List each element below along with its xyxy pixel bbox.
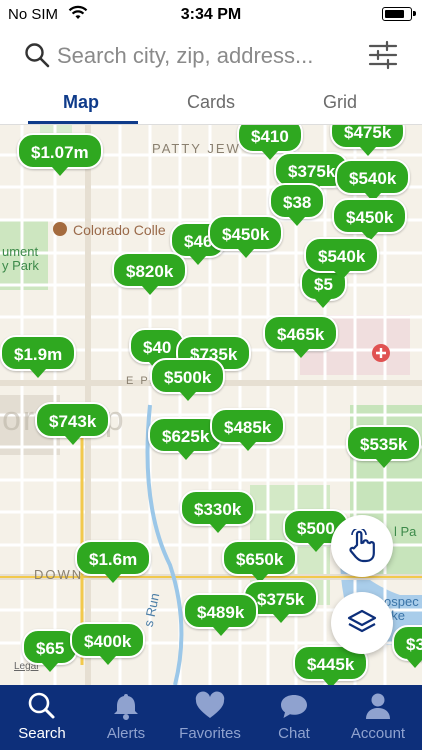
search-icon [28,692,55,719]
map-layers-button[interactable] [331,592,393,654]
price-pin[interactable]: $450k [332,198,408,241]
status-bar: No SIM 3:34 PM [0,0,422,30]
filter-sliders-icon[interactable] [368,40,398,70]
bottom-nav: Search Alerts Favorites Chat Account [0,685,422,750]
price-pin[interactable]: $38 [269,183,326,226]
poi-label: Colorado Colle [73,222,166,238]
price-pin[interactable]: $743k [35,402,111,445]
price-pin[interactable]: $485k [210,408,286,451]
clock: 3:34 PM [180,6,242,23]
chat-icon [281,695,307,718]
price-pin[interactable]: $1.6m [75,540,152,583]
price-pin[interactable]: $465k [263,315,339,358]
nav-chat[interactable]: Chat [252,685,336,750]
price-pin[interactable]: $540k [335,159,411,202]
nav-label: Account [350,725,406,742]
street-label: DOWN [34,567,84,582]
price-pin[interactable]: $820k [112,252,188,295]
tab-grid[interactable]: Grid [275,84,405,122]
park-label: ument y Park [2,244,39,273]
active-tab-indicator [28,121,138,124]
draw-search-button[interactable] [331,515,393,577]
search-icon [25,43,50,68]
price-pin[interactable]: $1.9m [0,335,77,378]
nav-label: Search [18,725,66,742]
search-bar [0,30,422,82]
tab-cards[interactable]: Cards [146,84,276,122]
price-pin[interactable]: $3 [392,625,422,668]
hand-pointer-icon [349,529,375,563]
nav-account[interactable]: Account [336,685,420,750]
street-label: PATTY JEW [152,141,241,156]
price-pin[interactable]: $475k [330,125,406,156]
price-pin[interactable]: $330k [180,490,256,533]
price-pin[interactable]: $500k [150,358,226,401]
nav-label: Favorites [179,725,241,742]
price-pin[interactable]: $650k [222,540,298,583]
nav-label: Chat [278,725,310,742]
nav-label: Alerts [106,725,146,742]
park-label: l Pa [394,524,417,539]
map-view[interactable]: PATTY JEW E PL DOWN Colorado Colle ument… [0,125,422,685]
price-pin[interactable]: $450k [208,215,284,258]
price-pin[interactable]: $1.07m [17,133,103,176]
nav-alerts[interactable]: Alerts [84,685,168,750]
nav-search[interactable]: Search [0,685,84,750]
view-tabs: Map Cards Grid [0,84,422,125]
layers-icon [347,609,377,633]
price-pin[interactable]: $410 [237,125,303,160]
price-pin[interactable]: $489k [183,593,259,636]
heart-icon [195,691,225,718]
account-icon [366,693,390,719]
search-input[interactable] [57,40,357,72]
price-pin[interactable]: $540k [304,237,380,280]
battery-icon [382,7,416,21]
price-pin[interactable]: $400k [70,622,146,665]
price-pin[interactable]: $535k [346,425,422,468]
nav-favorites[interactable]: Favorites [168,685,252,750]
tab-map[interactable]: Map [16,84,146,122]
battery-level [385,10,404,18]
bell-icon [114,694,138,720]
